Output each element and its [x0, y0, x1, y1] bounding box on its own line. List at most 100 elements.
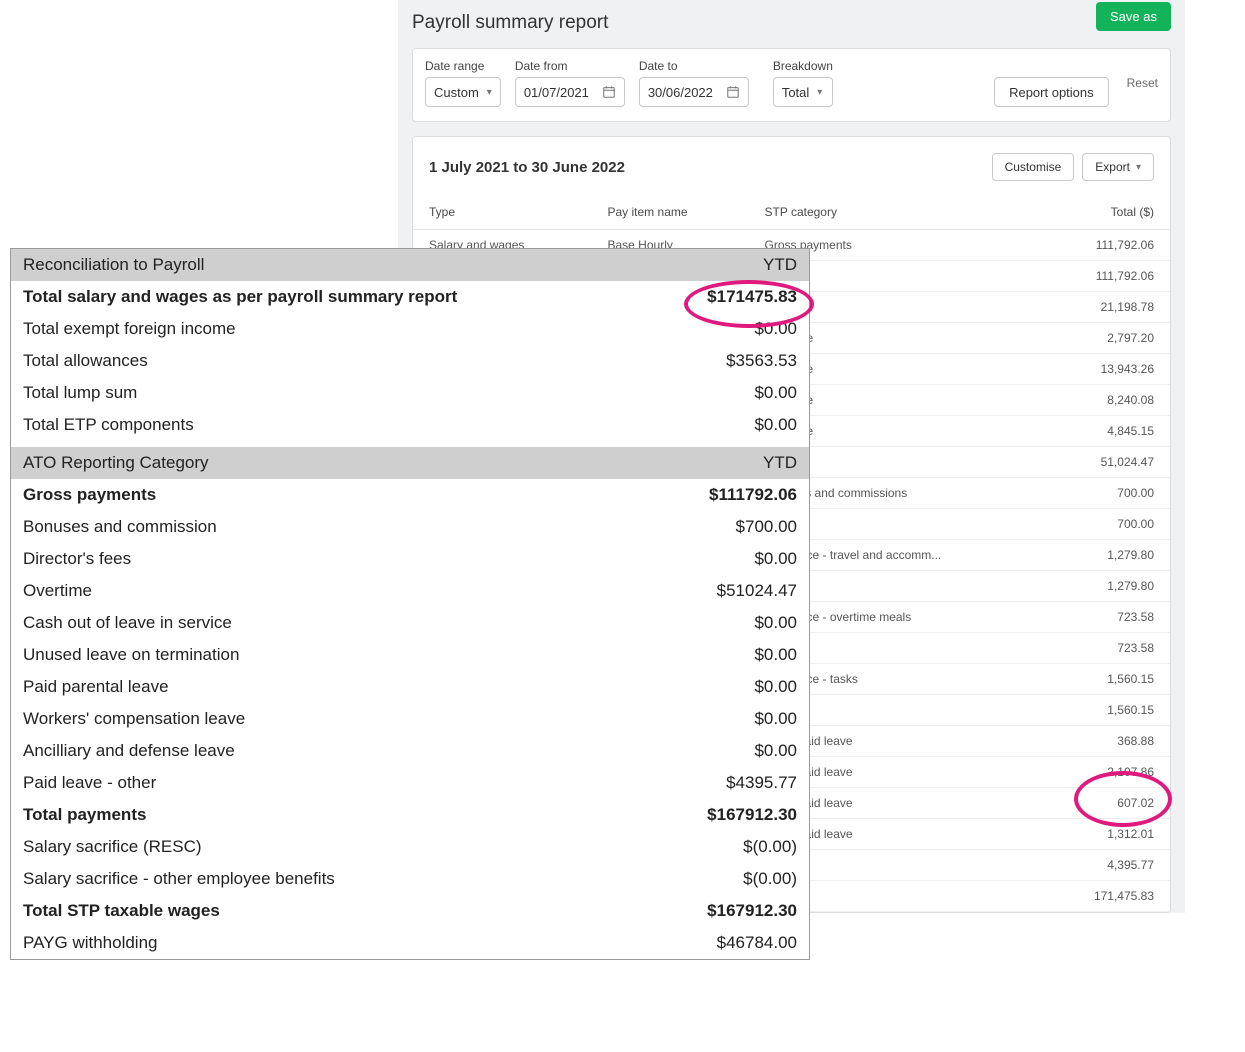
cell-total: 607.02 [1041, 788, 1170, 819]
cell-total: 4,395.77 [1041, 850, 1170, 881]
reset-link[interactable]: Reset [1127, 76, 1158, 90]
save-as-button[interactable]: Save as [1096, 2, 1171, 31]
row-label: Bonuses and commission [23, 517, 217, 537]
list-item: Salary sacrifice (RESC) $(0.00) [11, 831, 809, 863]
date-to-filter: Date to 30/06/2022 [639, 59, 749, 107]
row-value: $(0.00) [743, 869, 797, 889]
row-value: $111792.06 [709, 485, 797, 505]
list-item: Total allowances $3563.53 [11, 345, 809, 377]
reconciliation-panel: Reconciliation to Payroll YTD Total sala… [10, 248, 810, 960]
row-value: $51024.47 [717, 581, 797, 601]
row-value: $0.00 [754, 645, 797, 665]
cell-total: 1,279.80 [1041, 540, 1170, 571]
row-label: Total allowances [23, 351, 148, 371]
col-pay-item: Pay item name [592, 191, 749, 230]
breakdown-select[interactable]: Total ▾ [773, 77, 833, 107]
customise-button[interactable]: Customise [992, 153, 1075, 181]
row-label: Total STP taxable wages [23, 901, 220, 921]
cell-total: 51,024.47 [1041, 447, 1170, 478]
row-label: PAYG withholding [23, 933, 158, 953]
row-value: $0.00 [754, 677, 797, 697]
list-item: Paid leave - other $4395.77 [11, 767, 809, 799]
breakdown-value: Total [782, 85, 809, 100]
calendar-icon [602, 85, 616, 99]
row-value: $(0.00) [743, 837, 797, 857]
list-item: Unused leave on termination$0.00 [11, 639, 809, 671]
row-value: $0.00 [754, 415, 797, 435]
cell-total: 21,198.78 [1041, 292, 1170, 323]
cell-total: 1,560.15 [1041, 664, 1170, 695]
list-item: Total ETP components $0.00 [11, 409, 809, 441]
row-label: Paid leave - other [23, 773, 156, 793]
date-range-text: 1 July 2021 to 30 June 2022 [429, 159, 625, 176]
row-label: Total lump sum [23, 383, 137, 403]
date-from-value: 01/07/2021 [524, 85, 589, 100]
section-header-ato: ATO Reporting Category YTD [11, 447, 809, 479]
row-label: Overtime [23, 581, 92, 601]
row-value: $0.00 [754, 741, 797, 761]
list-item: Bonuses and commission $700.00 [11, 511, 809, 543]
date-to-value: 30/06/2022 [648, 85, 713, 100]
col-type: Type [413, 191, 592, 230]
cell-total: 368.88 [1041, 726, 1170, 757]
breakdown-label: Breakdown [773, 59, 833, 73]
row-label: Salary sacrifice (RESC) [23, 837, 202, 857]
list-item: Total payments$167912.30 [11, 799, 809, 831]
row-label: Total salary and wages as per payroll su… [23, 287, 457, 307]
cell-total: 1,312.01 [1041, 819, 1170, 850]
cell-total: 700.00 [1041, 509, 1170, 540]
date-from-label: Date from [515, 59, 625, 73]
row-value: $167912.30 [707, 805, 797, 825]
row-label: Director's fees [23, 549, 131, 569]
cell-total: 2,107.86 [1041, 757, 1170, 788]
row-value: $3563.53 [726, 351, 797, 371]
report-options-button[interactable]: Report options [994, 77, 1109, 107]
cell-total: 171,475.83 [1041, 881, 1170, 912]
row-value: $700.00 [736, 517, 797, 537]
row-value: $0.00 [754, 319, 797, 339]
list-item: Salary sacrifice - other employee benefi… [11, 863, 809, 895]
cell-total: 2,797.20 [1041, 323, 1170, 354]
cell-total: 13,943.26 [1041, 354, 1170, 385]
report-date-heading: 1 July 2021 to 30 June 2022 Customise Ex… [413, 153, 1170, 191]
section-title: ATO Reporting Category [23, 453, 209, 473]
export-button[interactable]: Export ▾ [1082, 153, 1154, 181]
date-to-input[interactable]: 30/06/2022 [639, 77, 749, 107]
row-label: Total ETP components [23, 415, 194, 435]
row-value: $0.00 [754, 709, 797, 729]
list-item: Workers' compensation leave $0.00 [11, 703, 809, 735]
date-range-filter: Date range Custom ▾ [425, 59, 501, 107]
calendar-icon [726, 85, 740, 99]
cell-total: 723.58 [1041, 633, 1170, 664]
row-value: $171475.83 [707, 287, 797, 307]
list-item: Paid parental leave $0.00 [11, 671, 809, 703]
cell-total: 723.58 [1041, 602, 1170, 633]
list-item: Ancilliary and defense leave$0.00 [11, 735, 809, 767]
row-value: $46784.00 [717, 933, 797, 953]
list-item: Total exempt foreign income$0.00 [11, 313, 809, 345]
row-label: Gross payments [23, 485, 156, 505]
list-item: Cash out of leave in service $0.00 [11, 607, 809, 639]
cell-total: 111,792.06 [1041, 261, 1170, 292]
date-range-select[interactable]: Custom ▾ [425, 77, 501, 107]
row-value: $0.00 [754, 613, 797, 633]
row-value: $4395.77 [726, 773, 797, 793]
date-to-label: Date to [639, 59, 749, 73]
row-label: Paid parental leave [23, 677, 169, 697]
cell-total: 4,845.15 [1041, 416, 1170, 447]
report-title: Payroll summary report [398, 12, 1185, 48]
col-stp: STP category [749, 191, 1042, 230]
ytd-label: YTD [763, 255, 797, 275]
row-label: Salary sacrifice - other employee benefi… [23, 869, 335, 889]
row-label: Workers' compensation leave [23, 709, 245, 729]
row-label: Cash out of leave in service [23, 613, 232, 633]
ytd-label: YTD [763, 453, 797, 473]
filters-bar: Date range Custom ▾ Date from 01/07/2021… [412, 48, 1171, 122]
date-from-filter: Date from 01/07/2021 [515, 59, 625, 107]
cell-total: 1,560.15 [1041, 695, 1170, 726]
date-from-input[interactable]: 01/07/2021 [515, 77, 625, 107]
cell-total: 8,240.08 [1041, 385, 1170, 416]
cell-total: 1,279.80 [1041, 571, 1170, 602]
chevron-down-icon: ▾ [487, 87, 492, 98]
col-total: Total ($) [1041, 191, 1170, 230]
